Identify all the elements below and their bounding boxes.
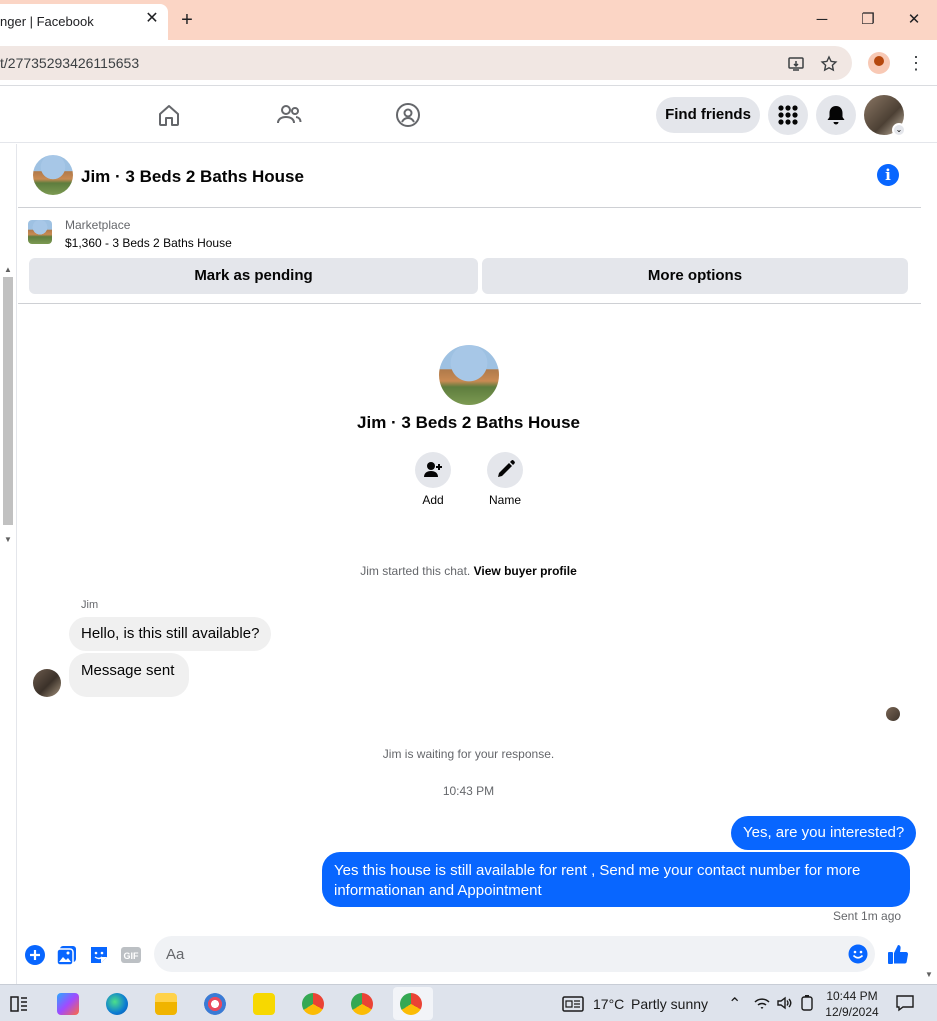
sender-name: Jim (81, 599, 99, 611)
sticker-icon[interactable] (88, 944, 110, 966)
outgoing-message[interactable]: Yes, are you interested? (731, 816, 917, 850)
file-explorer-icon[interactable] (155, 993, 177, 1015)
chat-title[interactable]: Jim · 3 Beds 2 Baths House (81, 167, 304, 187)
time-divider: 10:43 PM (442, 784, 495, 798)
weather-condition[interactable]: Partly sunny (631, 996, 708, 1012)
install-app-icon[interactable] (787, 55, 805, 73)
scroll-up-arrow-icon[interactable]: ▲ (4, 266, 12, 274)
outgoing-message[interactable]: Yes this house is still available for re… (322, 852, 910, 907)
new-tab-button[interactable]: + (176, 9, 198, 31)
facebook-top-nav: Find friends ⌄ (0, 87, 937, 143)
home-icon[interactable] (155, 101, 183, 129)
chrome-profile-a-icon[interactable] (302, 993, 324, 1015)
add-label: Add (422, 493, 444, 507)
chat-started-notice: Jim started this chat. View buyer profil… (0, 564, 937, 578)
scroll-down-arrow-icon[interactable]: ▼ (925, 970, 933, 979)
weather-icon[interactable] (561, 993, 585, 1015)
chevron-down-icon: ⌄ (892, 123, 906, 137)
info-icon[interactable]: i (877, 164, 899, 186)
edit-name-button[interactable] (487, 452, 523, 488)
message-input-box[interactable] (154, 936, 875, 972)
incoming-message[interactable]: Hello, is this still available? (69, 617, 272, 651)
thumbs-up-icon[interactable] (886, 942, 910, 966)
gif-icon[interactable]: GIF (120, 944, 142, 966)
friends-icon[interactable] (275, 101, 303, 129)
minimize-button[interactable]: ─ (812, 10, 832, 30)
conversation-intro-avatar (439, 345, 499, 405)
incoming-message[interactable]: Message sent (69, 653, 190, 697)
emoji-icon[interactable] (848, 944, 868, 964)
paint-app-icon[interactable] (204, 993, 226, 1015)
edge-browser-icon[interactable] (106, 993, 128, 1015)
groups-icon[interactable] (394, 101, 422, 129)
restore-button[interactable]: ❐ (858, 10, 878, 30)
browser-profile-icon[interactable] (868, 52, 890, 74)
find-friends-button[interactable]: Find friends (656, 97, 760, 133)
marketplace-listing-bar: Marketplace $1,360 - 3 Beds 2 Baths Hous… (18, 208, 921, 304)
system-clock[interactable]: 10:44 PM 12/9/2024 (820, 988, 884, 1020)
sticky-notes-icon[interactable] (253, 993, 275, 1015)
scrollbar-thumb[interactable] (3, 277, 13, 525)
chat-header: Jim · 3 Beds 2 Baths House i (18, 144, 921, 208)
wifi-icon[interactable] (753, 994, 771, 1015)
notification-center-icon[interactable] (895, 994, 915, 1015)
chat-started-text: Jim started this chat. (360, 564, 471, 578)
mark-as-pending-button[interactable]: Mark as pending (29, 258, 478, 294)
scroll-down-arrow-icon[interactable]: ▼ (4, 536, 12, 544)
listing-thumbnail[interactable] (28, 220, 52, 244)
sent-status: Sent 1m ago (833, 909, 902, 923)
waiting-notice: Jim is waiting for your response. (382, 747, 555, 761)
weather-temperature[interactable]: 17°C (593, 996, 624, 1012)
clock-date: 12/9/2024 (825, 1005, 879, 1019)
address-bar[interactable]: t/27735293426115653 (0, 46, 852, 80)
browser-tab-strip: nger | Facebook ✕ + ─ ❐ ✕ (0, 0, 937, 40)
notifications-bell-icon[interactable] (816, 95, 856, 135)
chrome-active-icon[interactable] (400, 993, 422, 1015)
svg-text:GIF: GIF (124, 951, 140, 961)
url-text: t/27735293426115653 (0, 55, 140, 71)
bookmark-star-icon[interactable] (820, 55, 838, 73)
copilot-icon[interactable] (57, 993, 79, 1015)
tab-title: nger | Facebook (0, 14, 94, 29)
menu-grid-icon[interactable] (768, 95, 808, 135)
tab-close-icon[interactable]: ✕ (144, 11, 160, 27)
message-input[interactable] (166, 943, 826, 965)
volume-icon[interactable] (775, 994, 793, 1015)
chat-avatar[interactable] (33, 155, 73, 195)
seen-receipt-avatar (886, 707, 900, 721)
browser-tab-facebook[interactable]: nger | Facebook ✕ (0, 4, 168, 40)
view-buyer-profile-link[interactable]: View buyer profile (474, 564, 577, 578)
marketplace-label: Marketplace (65, 218, 131, 232)
conversation-intro-name: Jim · 3 Beds 2 Baths House (357, 413, 580, 432)
name-label: Name (488, 493, 521, 507)
browser-toolbar: t/27735293426115653 ⋮ (0, 40, 937, 86)
message-composer: GIF (18, 932, 921, 978)
more-options-button[interactable]: More options (482, 258, 908, 294)
listing-title[interactable]: $1,360 - 3 Beds 2 Baths House (65, 236, 232, 250)
battery-icon[interactable] (799, 994, 815, 1015)
sender-avatar[interactable] (33, 669, 61, 697)
add-person-button[interactable] (415, 452, 451, 488)
show-hidden-icons-chevron-icon[interactable]: ⌃ (728, 994, 741, 1014)
chrome-profile-b-icon[interactable] (351, 993, 373, 1015)
browser-menu-icon[interactable]: ⋮ (907, 53, 925, 73)
more-actions-plus-icon[interactable] (24, 944, 46, 966)
window-close-button[interactable]: ✕ (904, 10, 924, 30)
clock-time: 10:44 PM (826, 989, 878, 1003)
attach-photo-icon[interactable] (56, 944, 78, 966)
task-view-icon[interactable] (8, 993, 30, 1015)
windows-taskbar: 17°C Partly sunny ⌃ 10:44 PM 12/9/2024 (0, 984, 937, 1021)
left-scrollbar[interactable]: ▲ ▼ (2, 264, 14, 546)
account-avatar[interactable]: ⌄ (864, 95, 906, 137)
